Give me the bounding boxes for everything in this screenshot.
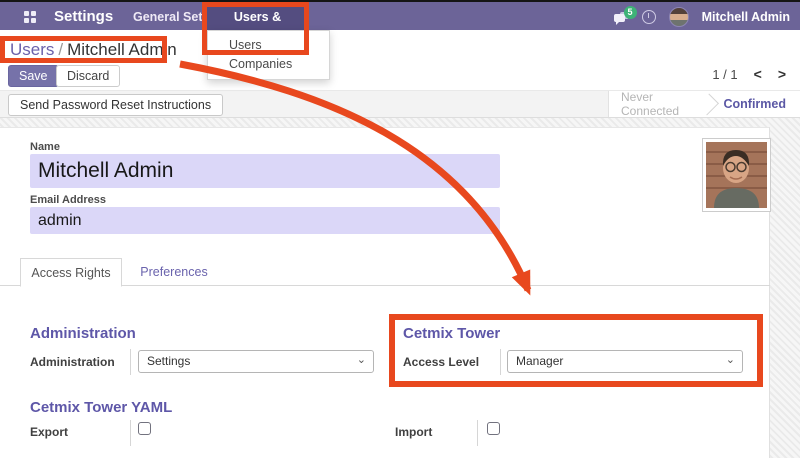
section-cetmix-yaml-title: Cetmix Tower YAML [30,399,172,416]
email-input[interactable] [30,207,500,234]
form-sheet: Name Email Address [0,127,770,458]
control-panel: Users/Mitchell Admin Save Discard 1 / 1 … [0,30,800,90]
user-avatar-small[interactable] [669,7,689,27]
menu-users-companies[interactable]: Users & Companies [207,2,308,32]
messages-badge: 5 [624,6,637,19]
app-title: Settings [54,2,113,32]
top-navbar: Settings General Settings Users & Compan… [0,0,800,30]
field-divider [130,420,131,446]
state-confirmed[interactable]: Confirmed [718,97,800,111]
form-view-background: Name Email Address [0,118,800,458]
section-administration-title: Administration [30,325,136,342]
pager-next-icon[interactable]: > [778,66,786,82]
messages-icon[interactable]: 5 [614,12,629,23]
administration-select[interactable]: Settings ⌄ [138,350,374,373]
name-input[interactable] [30,154,500,188]
administration-field-label: Administration [30,355,115,369]
email-field-label: Email Address [30,194,106,206]
pager-value: 1 / 1 [712,67,737,82]
access-level-select[interactable]: Manager ⌄ [507,350,743,373]
tab-preferences[interactable]: Preferences [130,258,218,286]
access-level-field-label: Access Level [403,355,479,369]
discard-button[interactable]: Discard [56,65,120,87]
record-pager: 1 / 1 < > [712,66,786,82]
export-checkbox[interactable] [138,422,151,435]
breadcrumb-separator: / [54,40,67,59]
breadcrumb-current: Mitchell Admin [67,40,177,59]
apps-grid-icon[interactable] [24,11,37,24]
user-photo[interactable] [702,138,771,212]
chevron-down-icon: ⌄ [357,350,366,371]
save-button[interactable]: Save [8,65,59,87]
breadcrumb-users-link[interactable]: Users [10,40,54,59]
breadcrumb: Users/Mitchell Admin [10,40,177,60]
pager-prev-icon[interactable]: < [754,66,762,82]
state-never-connected[interactable]: Never Connected [609,90,709,118]
tab-access-rights[interactable]: Access Rights [20,258,122,287]
send-password-reset-button[interactable]: Send Password Reset Instructions [8,94,223,116]
user-menu[interactable]: Mitchell Admin [702,10,790,24]
chevron-down-icon: ⌄ [726,350,735,371]
dropdown-item-users[interactable]: Users [208,36,329,55]
name-field-label: Name [30,141,60,153]
form-statusbar: Send Password Reset Instructions Never C… [0,90,800,118]
section-cetmix-tower-title: Cetmix Tower [403,325,500,342]
administration-select-value: Settings [147,354,190,368]
user-photo-image [706,142,767,208]
field-divider [500,349,501,375]
field-divider [477,420,478,446]
dropdown-item-companies[interactable]: Companies [208,55,329,74]
import-field-label: Import [395,425,432,439]
import-checkbox[interactable] [487,422,500,435]
field-divider [130,349,131,375]
odoo-settings-screen: Settings General Settings Users & Compan… [0,0,800,458]
statusbar-states: Never Connected Confirmed [608,91,800,117]
notebook-tabs: Access Rights Preferences [0,258,770,286]
activities-clock-icon[interactable] [642,10,656,24]
users-companies-dropdown: Users Companies [207,30,330,80]
access-level-select-value: Manager [516,354,563,368]
topbar-right-cluster: 5 Mitchell Admin [614,2,790,32]
export-field-label: Export [30,425,68,439]
